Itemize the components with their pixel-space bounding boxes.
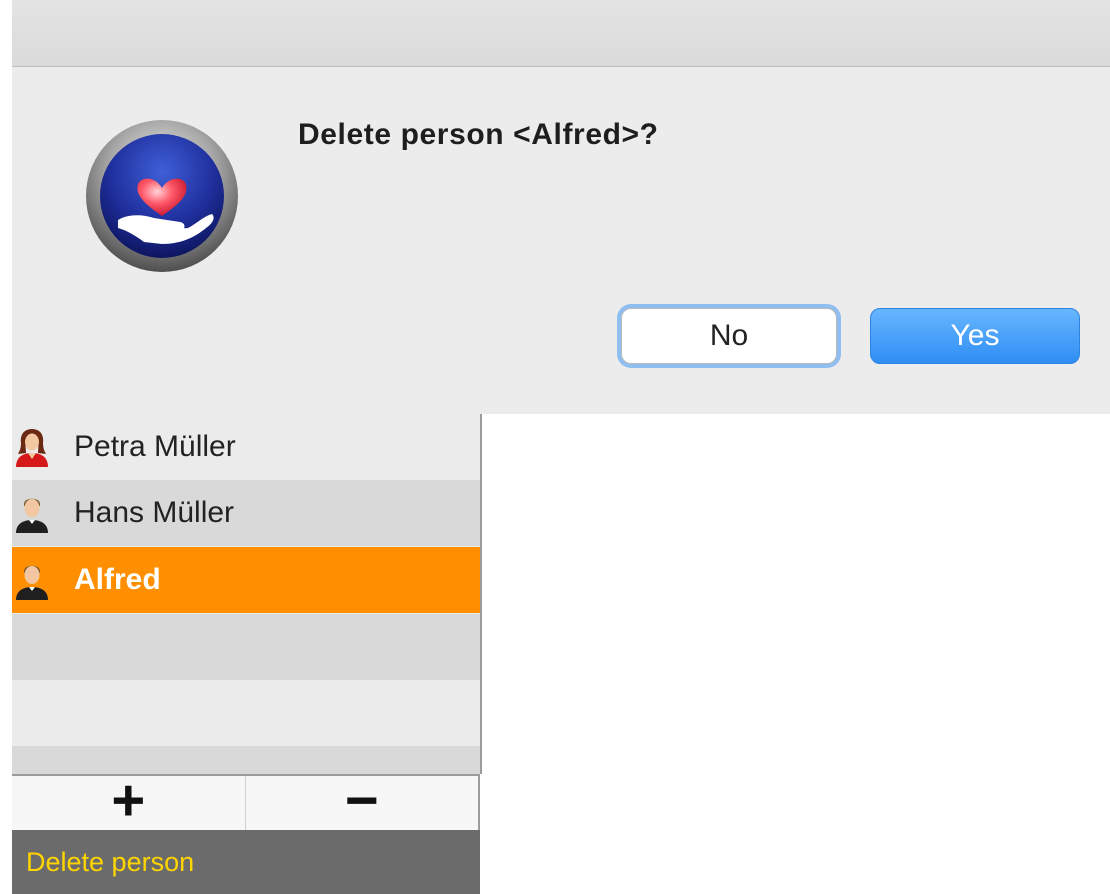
status-text: Delete person bbox=[26, 846, 195, 877]
person-name: Hans Müller bbox=[74, 496, 235, 529]
add-person-button[interactable]: + bbox=[12, 772, 245, 830]
person-list[interactable]: Petra Müller Hans Müller Alfred bbox=[12, 414, 482, 774]
dialog-title-bar bbox=[12, 0, 1110, 67]
list-item[interactable]: Petra Müller bbox=[12, 414, 480, 480]
no-button[interactable]: No bbox=[621, 308, 837, 364]
female-person-icon bbox=[16, 429, 48, 467]
minus-icon: − bbox=[344, 768, 379, 833]
app-window: Delete person <Alfred>? No Yes Petra Mül… bbox=[0, 0, 1110, 894]
person-name: Alfred bbox=[74, 563, 161, 596]
heart-in-hand-icon bbox=[86, 120, 238, 272]
remove-person-button[interactable]: − bbox=[244, 772, 479, 830]
empty-list-row bbox=[12, 746, 480, 774]
confirm-delete-dialog: Delete person <Alfred>? No Yes bbox=[12, 0, 1110, 414]
list-item-selected[interactable]: Alfred bbox=[12, 547, 480, 613]
empty-list-row bbox=[12, 680, 480, 746]
list-button-bar: + − bbox=[12, 772, 480, 830]
plus-icon: + bbox=[111, 768, 146, 833]
status-bar: Delete person bbox=[12, 830, 480, 894]
male-person-icon bbox=[16, 498, 48, 533]
person-name: Petra Müller bbox=[74, 430, 236, 463]
list-item[interactable]: Hans Müller bbox=[12, 480, 480, 546]
male-person-icon bbox=[16, 565, 48, 600]
yes-button[interactable]: Yes bbox=[870, 308, 1080, 364]
dialog-message: Delete person <Alfred>? bbox=[298, 118, 659, 151]
empty-list-row bbox=[12, 614, 480, 680]
